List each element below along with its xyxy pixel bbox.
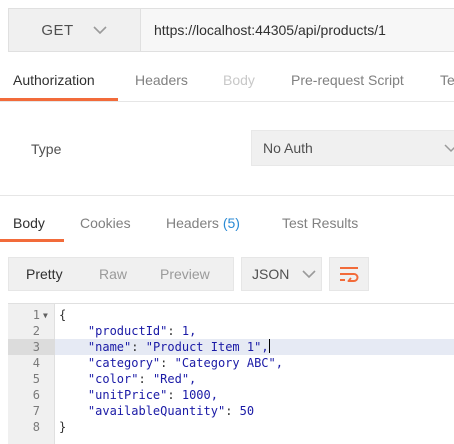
tab-body[interactable]: Body: [223, 72, 255, 88]
url-text: https://localhost:44305/api/products/1: [154, 22, 386, 38]
method-label: GET: [41, 21, 74, 39]
code-text: "availableQuantity": 50: [87, 404, 255, 418]
line-number: 1: [32, 308, 40, 322]
code-line: 4 "category": "Category ABC",: [8, 355, 454, 371]
headers-count: (5): [222, 215, 240, 231]
code-line: 5 "color": "Red",: [8, 371, 454, 387]
code-line-highlighted: 3 "name": "Product Item 1",: [8, 339, 454, 355]
view-pretty-button[interactable]: Pretty: [26, 266, 63, 282]
chevron-down-icon: [302, 270, 316, 279]
active-tab-indicator: [0, 98, 118, 101]
wrap-lines-icon: [340, 267, 359, 282]
code-line: 2 "productId": 1,: [8, 323, 454, 339]
tab-cookies[interactable]: Cookies: [80, 215, 131, 231]
line-number: 3: [32, 340, 40, 354]
code-line: 8 }: [8, 419, 454, 435]
tab-headers[interactable]: Headers: [135, 72, 188, 88]
section-divider: [0, 195, 454, 196]
line-number: 6: [32, 388, 40, 402]
tab-response-headers[interactable]: Headers (5): [166, 215, 240, 231]
active-response-tab-indicator: [0, 239, 64, 242]
line-number: 5: [32, 372, 40, 386]
response-body-editor[interactable]: 1 ▼ { 2 "productId": 1, 3 "name": "Produ…: [8, 303, 454, 444]
view-preview-button[interactable]: Preview: [160, 266, 210, 282]
format-select[interactable]: JSON: [241, 257, 322, 291]
view-mode-group: Pretty Raw Preview: [8, 257, 234, 291]
line-number: 4: [32, 356, 40, 370]
wrap-lines-button[interactable]: [329, 257, 369, 291]
line-number: 2: [32, 324, 40, 338]
text-cursor: [268, 339, 270, 353]
code-text: "productId": 1,: [87, 324, 197, 338]
request-url-bar: GET https://localhost:44305/api/products…: [0, 0, 454, 56]
auth-type-select[interactable]: No Auth: [251, 130, 454, 166]
response-tabs: Body Cookies Headers (5) Test Results: [0, 205, 454, 243]
tab-tests[interactable]: Te: [440, 72, 454, 88]
code-text: }: [59, 420, 67, 434]
line-number: 8: [32, 420, 40, 434]
tab-response-headers-label: Headers: [166, 215, 219, 231]
auth-type-value: No Auth: [263, 140, 313, 156]
code-line: 7 "availableQuantity": 50: [8, 403, 454, 419]
tab-authorization[interactable]: Authorization: [13, 72, 95, 88]
auth-type-label: Type: [31, 141, 62, 157]
code-line: 1 ▼ {: [8, 307, 454, 323]
tab-pre-request-script[interactable]: Pre-request Script: [291, 72, 404, 88]
code-text: "unitPrice": 1000,: [87, 388, 218, 402]
format-value: JSON: [252, 266, 290, 282]
method-select[interactable]: GET: [8, 8, 140, 52]
code-line: 6 "unitPrice": 1000,: [8, 387, 454, 403]
fold-toggle-icon[interactable]: ▼: [43, 308, 48, 324]
code-text: "name": "Product Item 1",: [87, 339, 270, 354]
code-text: "color": "Red",: [87, 372, 197, 386]
view-raw-button[interactable]: Raw: [99, 266, 127, 282]
chevron-down-icon: [93, 26, 107, 35]
chevron-down-icon: [444, 144, 454, 153]
url-input[interactable]: https://localhost:44305/api/products/1: [140, 8, 454, 52]
tab-response-body[interactable]: Body: [13, 215, 45, 231]
code-text: {: [59, 308, 67, 322]
line-number: 7: [32, 404, 40, 418]
request-tabs: Authorization Headers Body Pre-request S…: [0, 62, 454, 102]
tab-test-results[interactable]: Test Results: [282, 215, 358, 231]
code-text: "category": "Category ABC",: [87, 356, 283, 370]
